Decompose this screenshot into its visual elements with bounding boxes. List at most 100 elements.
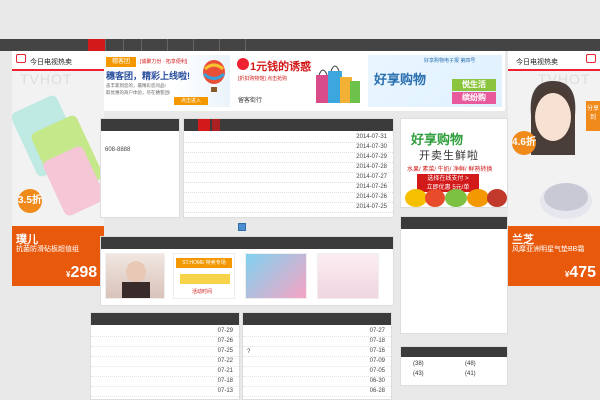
ad-subtitle: [折扣购物馆] 点击抢购 bbox=[238, 76, 288, 82]
tv-icon bbox=[586, 54, 596, 63]
ad-title: 穗客团，精彩上线啦! bbox=[106, 71, 190, 81]
discount-badge: 3.5折 bbox=[18, 189, 42, 213]
fruit-image bbox=[467, 189, 489, 207]
list-row[interactable]: 2014-07-27 bbox=[184, 173, 393, 183]
enter-button[interactable]: 点击进入 bbox=[174, 97, 208, 105]
list-row[interactable]: 07-09 bbox=[243, 357, 391, 367]
list-row[interactable]: 07-13 bbox=[91, 387, 239, 397]
left-float-product[interactable]: 今日电视热卖 TVHOT 3.5折 璞儿 抗菌防滑砧板超值组 ¥298 bbox=[12, 51, 104, 286]
list-row[interactable]: 07-22 bbox=[91, 357, 239, 367]
lingerie-image bbox=[122, 261, 150, 298]
ad-badge: 缤纷购 bbox=[452, 92, 496, 104]
promo-cta-button[interactable]: 选择在线支付 > 立即优惠 5元/单 bbox=[417, 174, 479, 192]
row-date: 2014-07-31 bbox=[356, 134, 387, 140]
list-row[interactable]: 06-28 bbox=[243, 387, 391, 397]
list-row[interactable]: 2014-07-26 bbox=[184, 183, 393, 193]
scroll-marker[interactable] bbox=[238, 223, 246, 231]
product-thumb[interactable] bbox=[245, 253, 307, 299]
nav-tab[interactable] bbox=[194, 39, 220, 51]
row-date: 07-05 bbox=[369, 368, 385, 374]
card-header-bar bbox=[184, 119, 393, 131]
list-row[interactable]: 2014-07-31 bbox=[184, 133, 393, 143]
list-row[interactable]: 07-18 bbox=[243, 337, 391, 347]
side-info-card bbox=[400, 216, 508, 334]
nav-tab[interactable] bbox=[168, 39, 194, 51]
counts-card: (38) (48) (43) (41) bbox=[400, 346, 508, 386]
banner-strip: 穗客团 [诚聚力份 · 拓享便利] 穗客团，精彩上线啦! 盖丰家到您的，最精彩您… bbox=[100, 51, 505, 111]
ad-banner-one-yuan[interactable]: 1元钱的诱惑 [折扣购物馆] 点击抢购 留客街行 bbox=[234, 55, 364, 107]
row-date: 07-09 bbox=[369, 358, 385, 364]
list-row[interactable]: 2014-07-29 bbox=[184, 153, 393, 163]
product-thumb[interactable]: ST.HOME 特卖专场 活动时间 bbox=[173, 253, 235, 299]
shopping-bags-icon bbox=[316, 65, 360, 103]
nav-tab[interactable] bbox=[106, 39, 124, 51]
product-price: ¥298 bbox=[66, 264, 97, 282]
nav-tab-active[interactable] bbox=[88, 39, 106, 51]
row-date: 07-21 bbox=[217, 368, 233, 374]
side-header: 今日电视热卖 bbox=[508, 51, 600, 71]
row-date: 06-30 bbox=[369, 378, 385, 384]
cta-line: 选择在线支付 > bbox=[427, 176, 469, 182]
fresh-food-promo[interactable]: 好享购物 开卖生鲜啦 水果/ 素菜/ 牛奶/ 净鲜/ 鲜熟转换 选择在线支付 >… bbox=[400, 118, 508, 208]
product-thumb[interactable] bbox=[317, 253, 379, 299]
list-row[interactable]: 07-05 bbox=[243, 367, 391, 377]
tab-active[interactable] bbox=[198, 119, 210, 131]
list-row[interactable]: 2014-07-30 bbox=[184, 143, 393, 153]
product-thumb[interactable] bbox=[105, 253, 165, 299]
right-float-product[interactable]: 今日电视热卖 TVHOT 分享到 4.6折 兰芝 风靡亚洲明星气垫BB霜 ¥47… bbox=[508, 51, 600, 286]
row-date: 07-18 bbox=[369, 338, 385, 344]
promo-subtitle: 开卖生鲜啦 bbox=[419, 150, 479, 162]
promo-title: 好享购物 bbox=[411, 132, 464, 147]
row-date: 2014-07-25 bbox=[356, 204, 387, 210]
side-header-title: 今日电视热卖 bbox=[516, 59, 558, 66]
nav-tab[interactable] bbox=[124, 39, 142, 51]
model-photo bbox=[530, 81, 576, 155]
list-row[interactable]: 07-26 bbox=[91, 337, 239, 347]
fruit-image bbox=[425, 189, 445, 207]
row-date: 07-27 bbox=[369, 328, 385, 334]
row-date: 2014-07-26 bbox=[356, 194, 387, 200]
list-row[interactable]: 07-25 bbox=[91, 347, 239, 357]
one-yuan-icon bbox=[237, 58, 249, 70]
row-date: 2014-07-27 bbox=[356, 174, 387, 180]
count-value: (41) bbox=[465, 371, 476, 377]
list-row[interactable]: 07-18 bbox=[91, 377, 239, 387]
fruit-image bbox=[487, 189, 507, 207]
list-row[interactable]: 2014-07-28 bbox=[184, 163, 393, 173]
list-row[interactable]: 07-21 bbox=[91, 367, 239, 377]
ad-banner-huikotuan[interactable]: 穗客团 [诚聚力份 · 拓享便利] 穗客团，精彩上线啦! 盖丰家到您的，最精彩您… bbox=[104, 55, 230, 107]
list-row[interactable]: 07-27 bbox=[243, 327, 391, 337]
card-header-bar bbox=[101, 119, 179, 131]
nav-tab[interactable] bbox=[142, 39, 168, 51]
news-list-card: 2014-07-31 2014-07-30 2014-07-29 2014-07-28… bbox=[183, 118, 394, 218]
row-date: 07-26 bbox=[217, 338, 233, 344]
ad-title: 1元钱的诱惑 bbox=[250, 61, 312, 73]
top-nav-bar bbox=[0, 39, 600, 51]
card-header-bar bbox=[401, 217, 507, 229]
price-value: 298 bbox=[70, 264, 98, 281]
ad-subtitle: [诚聚力份 · 拓享便利] bbox=[140, 59, 188, 65]
ad-text: 盖丰家到您的，最精彩您问品! bbox=[106, 83, 166, 88]
share-tag[interactable]: 分享到 bbox=[586, 101, 600, 131]
list-row[interactable]: 07-16 bbox=[243, 347, 391, 357]
row-date: 2014-07-29 bbox=[356, 154, 387, 160]
row-date: 07-25 bbox=[217, 348, 233, 354]
list-row[interactable]: 06-30 bbox=[243, 377, 391, 387]
card-header-bar bbox=[101, 237, 393, 249]
card-header-bar bbox=[91, 313, 239, 325]
nav-tab[interactable] bbox=[220, 39, 246, 51]
list-row[interactable]: 2014-07-25 bbox=[184, 203, 393, 213]
date-list: 07-29 07-26 07-25 07-22 07-21 07-18 07-13 bbox=[91, 327, 239, 397]
news-list: 2014-07-31 2014-07-30 2014-07-29 2014-07-28… bbox=[184, 133, 393, 213]
ad-text: 取优惠的商户体验，尽在穗客团! bbox=[106, 90, 171, 95]
ad-banner-haoxiang[interactable]: 好享购物电子报 第四号 好享购物 悦生活 缤纷购 bbox=[368, 55, 502, 107]
row-date: 07-13 bbox=[217, 388, 233, 394]
list-row[interactable]: 07-29 bbox=[91, 327, 239, 337]
tab[interactable] bbox=[212, 119, 220, 131]
list-row[interactable]: 2014-07-26 bbox=[184, 193, 393, 203]
thumb-banner bbox=[180, 274, 230, 284]
row-date: 07-18 bbox=[217, 378, 233, 384]
row-date: 07-29 bbox=[217, 328, 233, 334]
row-date: 2014-07-28 bbox=[356, 164, 387, 170]
phone-number: 608-8888 bbox=[105, 147, 131, 153]
